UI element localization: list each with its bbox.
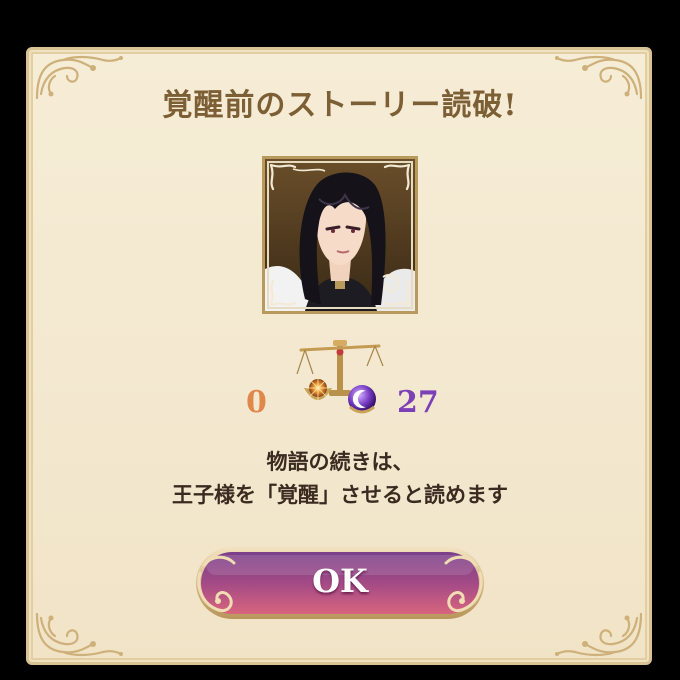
- ok-button[interactable]: OK: [194, 543, 486, 623]
- corner-ornament-icon: [553, 610, 645, 658]
- dialog-title: 覚醒前のストーリー読破!: [162, 88, 518, 123]
- prince-portrait: [262, 156, 418, 314]
- message-line-2: 王子様を「覚醒」させると読めます: [172, 483, 508, 507]
- sun-orb-icon: [300, 372, 336, 408]
- corner-ornament-icon: [33, 610, 125, 658]
- sun-count: 0: [246, 385, 267, 420]
- message-line-1: 物語の続きは、: [266, 450, 414, 474]
- moon-count: 27: [397, 385, 439, 420]
- ok-button-label: OK: [312, 562, 368, 600]
- moon-orb-icon: [345, 383, 379, 417]
- screen: 覚醒前のストーリー読破! 0 27 物語の続きは、 王子様を「覚醒」させると読め…: [0, 0, 680, 680]
